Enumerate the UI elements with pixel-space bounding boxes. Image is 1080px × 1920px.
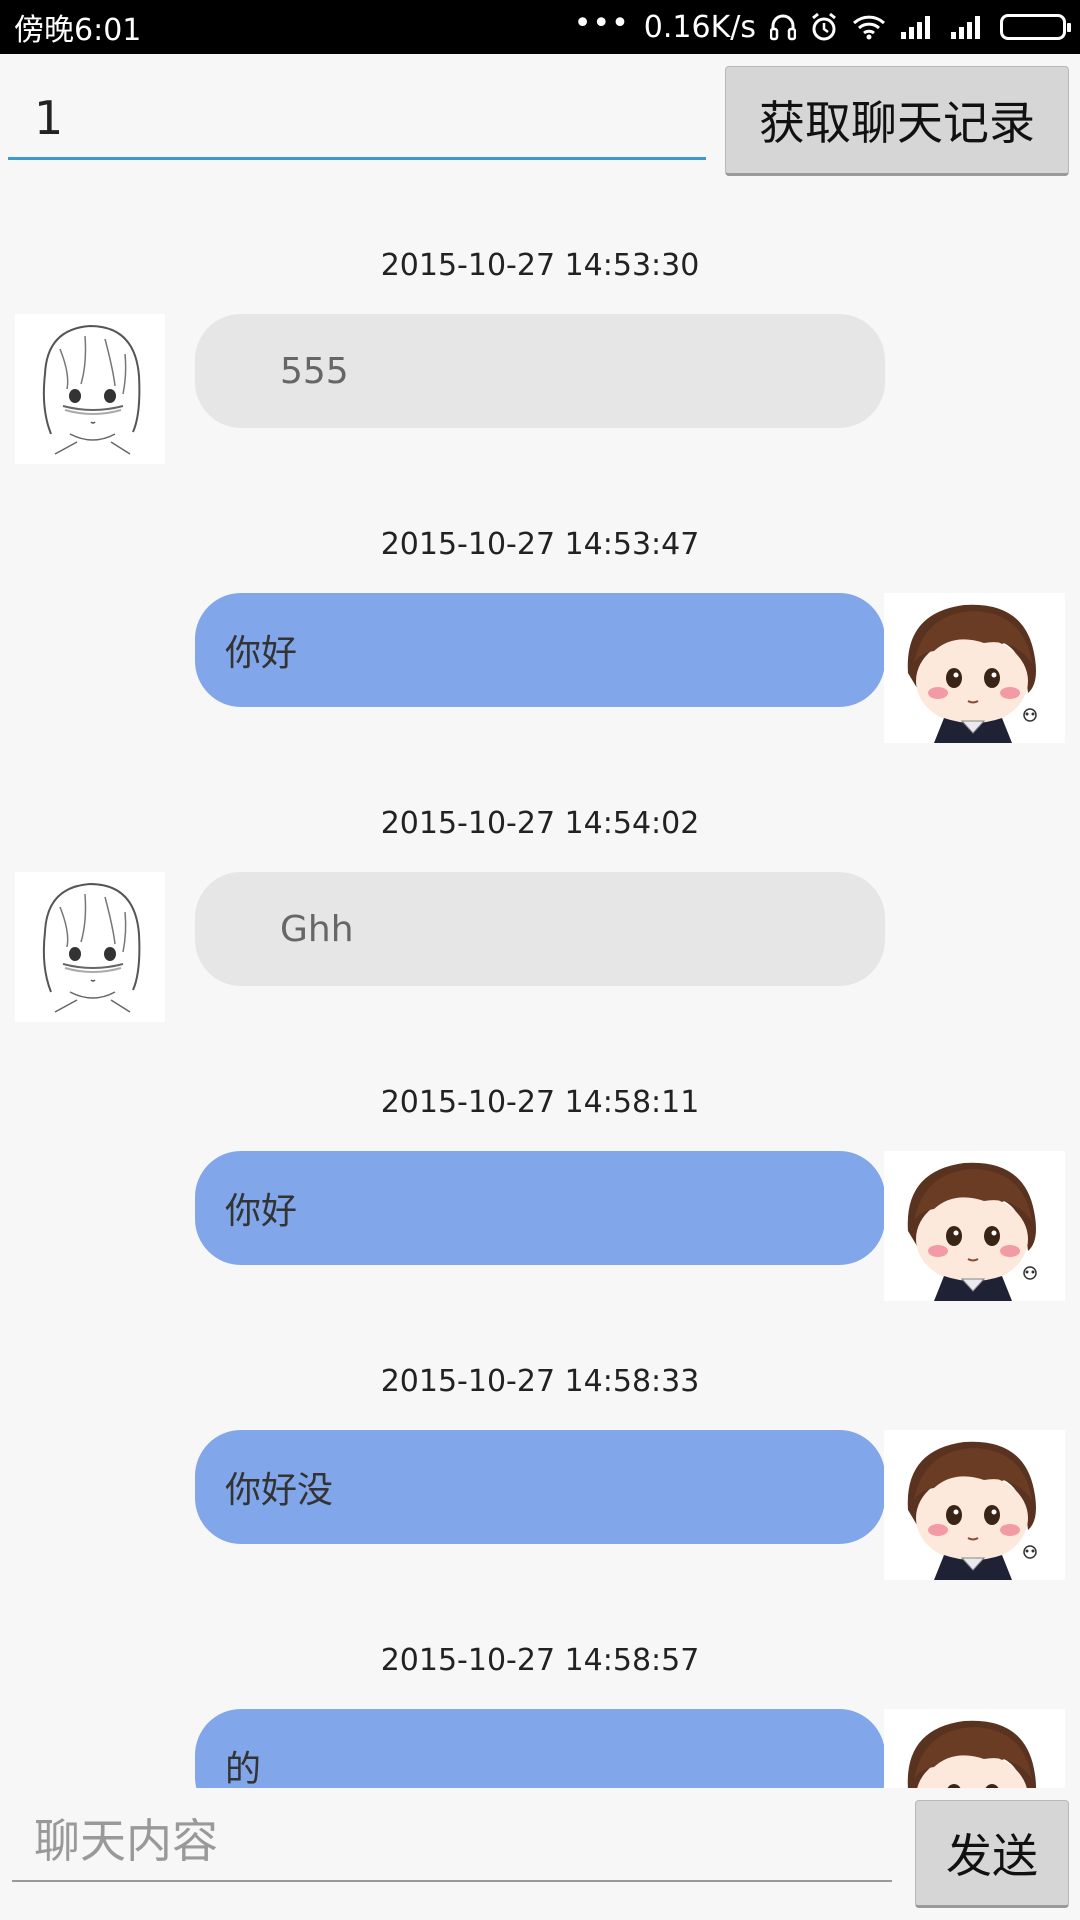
incoming-message-bubble[interactable]: Ghh bbox=[195, 872, 885, 986]
get-history-button[interactable]: 获取聊天记录 bbox=[725, 66, 1069, 176]
message-text: 555 bbox=[280, 350, 349, 392]
message-timestamp: 2015-10-27 14:54:02 bbox=[380, 806, 700, 841]
girl-sketch-avatar[interactable] bbox=[15, 314, 165, 464]
bottom-bar: 发送 bbox=[0, 1788, 1080, 1920]
send-button[interactable]: 发送 bbox=[915, 1800, 1069, 1908]
outgoing-message-bubble[interactable]: 的 bbox=[195, 1709, 885, 1788]
message-timestamp: 2015-10-27 14:58:57 bbox=[380, 1643, 700, 1678]
message-timestamp: 2015-10-27 14:58:33 bbox=[380, 1364, 700, 1399]
chat-list[interactable]: 2015-10-27 14:53:30 555 2015-10-27 14:53:… bbox=[0, 204, 1080, 1788]
signal-icon bbox=[950, 14, 986, 40]
message-row: 2015-10-27 14:53:47 你好 bbox=[0, 483, 1080, 762]
message-text: 你好 bbox=[225, 1191, 298, 1232]
alarm-icon bbox=[810, 12, 838, 42]
message-row: 2015-10-27 14:58:11 你好 bbox=[0, 1041, 1080, 1320]
battery-icon bbox=[1000, 14, 1071, 40]
message-row: 2015-10-27 14:53:30 555 bbox=[0, 204, 1080, 483]
outgoing-message-bubble[interactable]: 你好 bbox=[195, 1151, 885, 1265]
outgoing-message-bubble[interactable]: 你好没 bbox=[195, 1430, 885, 1544]
cartoon-boy-avatar[interactable] bbox=[884, 593, 1065, 743]
cartoon-boy-avatar[interactable] bbox=[884, 1430, 1065, 1580]
incoming-message-bubble[interactable]: 555 bbox=[195, 314, 885, 428]
message-row: 2015-10-27 14:54:02 Ghh bbox=[0, 762, 1080, 1041]
girl-sketch-avatar[interactable] bbox=[15, 872, 165, 1022]
top-row: 获取聊天记录 bbox=[0, 54, 1080, 204]
status-time: 傍晚6:01 bbox=[14, 13, 142, 48]
net-speed: 0.16K/s bbox=[643, 9, 756, 45]
message-text: Ghh bbox=[280, 908, 354, 950]
more-dots: ••• bbox=[573, 5, 630, 41]
cartoon-boy-avatar[interactable] bbox=[884, 1709, 1065, 1788]
message-text: 的 bbox=[225, 1749, 262, 1788]
message-row: 2015-10-27 14:58:57 的 bbox=[0, 1599, 1080, 1788]
message-timestamp: 2015-10-27 14:53:47 bbox=[380, 527, 700, 562]
message-timestamp: 2015-10-27 14:53:30 bbox=[380, 248, 700, 283]
user-id-input[interactable] bbox=[8, 78, 706, 160]
wifi-icon bbox=[852, 14, 886, 40]
message-text: 你好 bbox=[225, 633, 298, 674]
message-text: 你好没 bbox=[225, 1470, 334, 1511]
message-row: 2015-10-27 14:58:33 你好没 bbox=[0, 1320, 1080, 1599]
headphone-icon bbox=[770, 13, 796, 41]
outgoing-message-bubble[interactable]: 你好 bbox=[195, 593, 885, 707]
chat-input[interactable] bbox=[12, 1802, 892, 1882]
signal-icon bbox=[900, 14, 936, 40]
status-bar: 傍晚6:01 ••• 0.16K/s bbox=[0, 0, 1080, 54]
cartoon-boy-avatar[interactable] bbox=[884, 1151, 1065, 1301]
message-timestamp: 2015-10-27 14:58:11 bbox=[380, 1085, 700, 1120]
